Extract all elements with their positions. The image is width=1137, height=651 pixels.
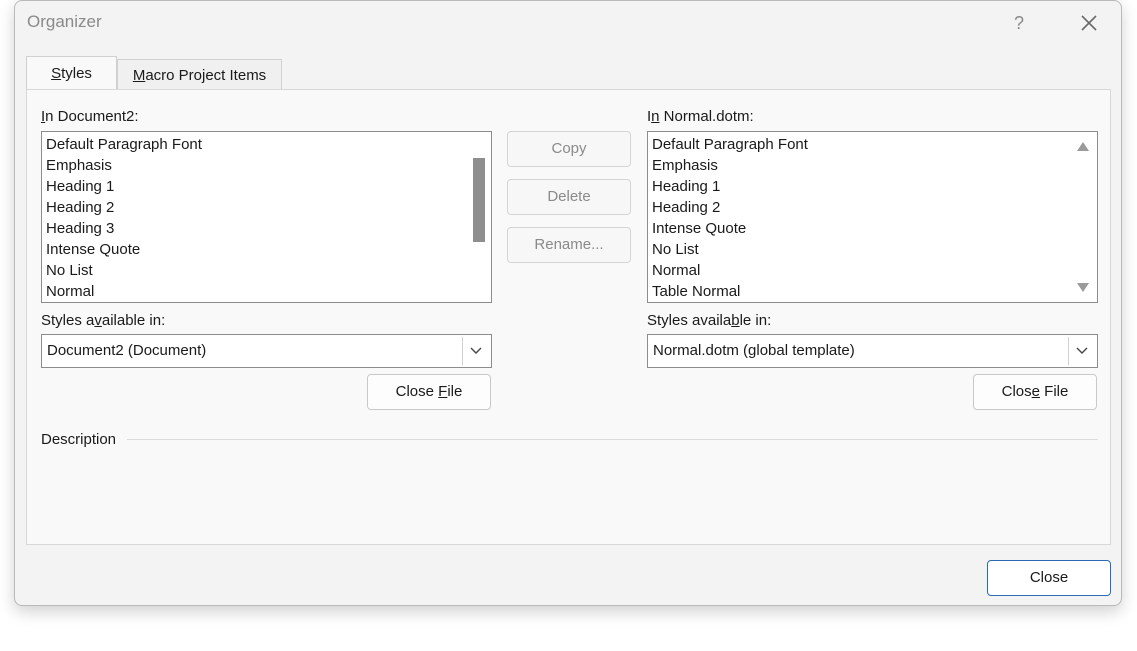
right-close-file-button[interactable]: Close File xyxy=(973,374,1097,410)
scroll-up-icon[interactable] xyxy=(1077,142,1089,151)
chevron-down-icon[interactable] xyxy=(1068,337,1095,365)
right-styles-list[interactable]: Default Paragraph Font Emphasis Heading … xyxy=(647,131,1098,303)
window-title: Organizer xyxy=(27,12,102,31)
tab-styles[interactable]: Styles xyxy=(26,56,117,91)
list-item[interactable]: Normal xyxy=(42,281,491,302)
list-item[interactable]: Heading 1 xyxy=(648,176,1097,197)
left-styles-available-combo[interactable]: Document2 (Document) xyxy=(41,334,492,368)
title-bar: Organizer ? xyxy=(15,1,1121,45)
left-scrollbar-thumb[interactable] xyxy=(473,158,485,242)
list-item[interactable]: Default Paragraph Font xyxy=(42,134,491,155)
list-item[interactable]: No List xyxy=(648,239,1097,260)
list-item[interactable]: Heading 3 xyxy=(42,218,491,239)
right-styles-available-combo[interactable]: Normal.dotm (global template) xyxy=(647,334,1098,368)
list-item[interactable]: Heading 2 xyxy=(42,197,491,218)
organizer-dialog: Organizer ? Styles Macro Project Items I… xyxy=(14,0,1122,606)
list-item[interactable]: Default Paragraph Font xyxy=(648,134,1097,155)
rename-button[interactable]: Rename... xyxy=(507,227,631,263)
description-divider xyxy=(127,439,1098,440)
scroll-down-icon[interactable] xyxy=(1077,283,1089,292)
list-item[interactable]: Intense Quote xyxy=(42,239,491,260)
list-item[interactable]: No List xyxy=(42,260,491,281)
close-icon[interactable] xyxy=(1071,7,1107,39)
left-styles-list[interactable]: Default Paragraph Font Emphasis Heading … xyxy=(41,131,492,303)
list-item[interactable]: Normal xyxy=(648,260,1097,281)
right-list-label: In Normal.dotm: xyxy=(647,108,754,125)
tab-macro-project-items[interactable]: Macro Project Items xyxy=(117,59,282,90)
description-label: Description xyxy=(41,431,117,448)
chevron-down-icon[interactable] xyxy=(462,337,489,365)
list-item[interactable]: Heading 1 xyxy=(42,176,491,197)
styles-panel: In Document2: Default Paragraph Font Emp… xyxy=(26,89,1111,545)
list-item[interactable]: Emphasis xyxy=(648,155,1097,176)
close-button[interactable]: Close xyxy=(987,560,1111,596)
help-button[interactable]: ? xyxy=(1003,7,1035,39)
list-item[interactable]: Intense Quote xyxy=(648,218,1097,239)
list-item[interactable]: Emphasis xyxy=(42,155,491,176)
list-item[interactable]: Heading 2 xyxy=(648,197,1097,218)
left-close-file-button[interactable]: Close File xyxy=(367,374,491,410)
delete-button[interactable]: Delete xyxy=(507,179,631,215)
copy-button[interactable]: Copy xyxy=(507,131,631,167)
left-available-label: Styles available in: xyxy=(41,312,166,329)
left-list-label: In Document2: xyxy=(41,108,139,125)
right-available-label: Styles available in: xyxy=(647,312,772,329)
list-item[interactable]: Table Normal xyxy=(648,281,1097,302)
